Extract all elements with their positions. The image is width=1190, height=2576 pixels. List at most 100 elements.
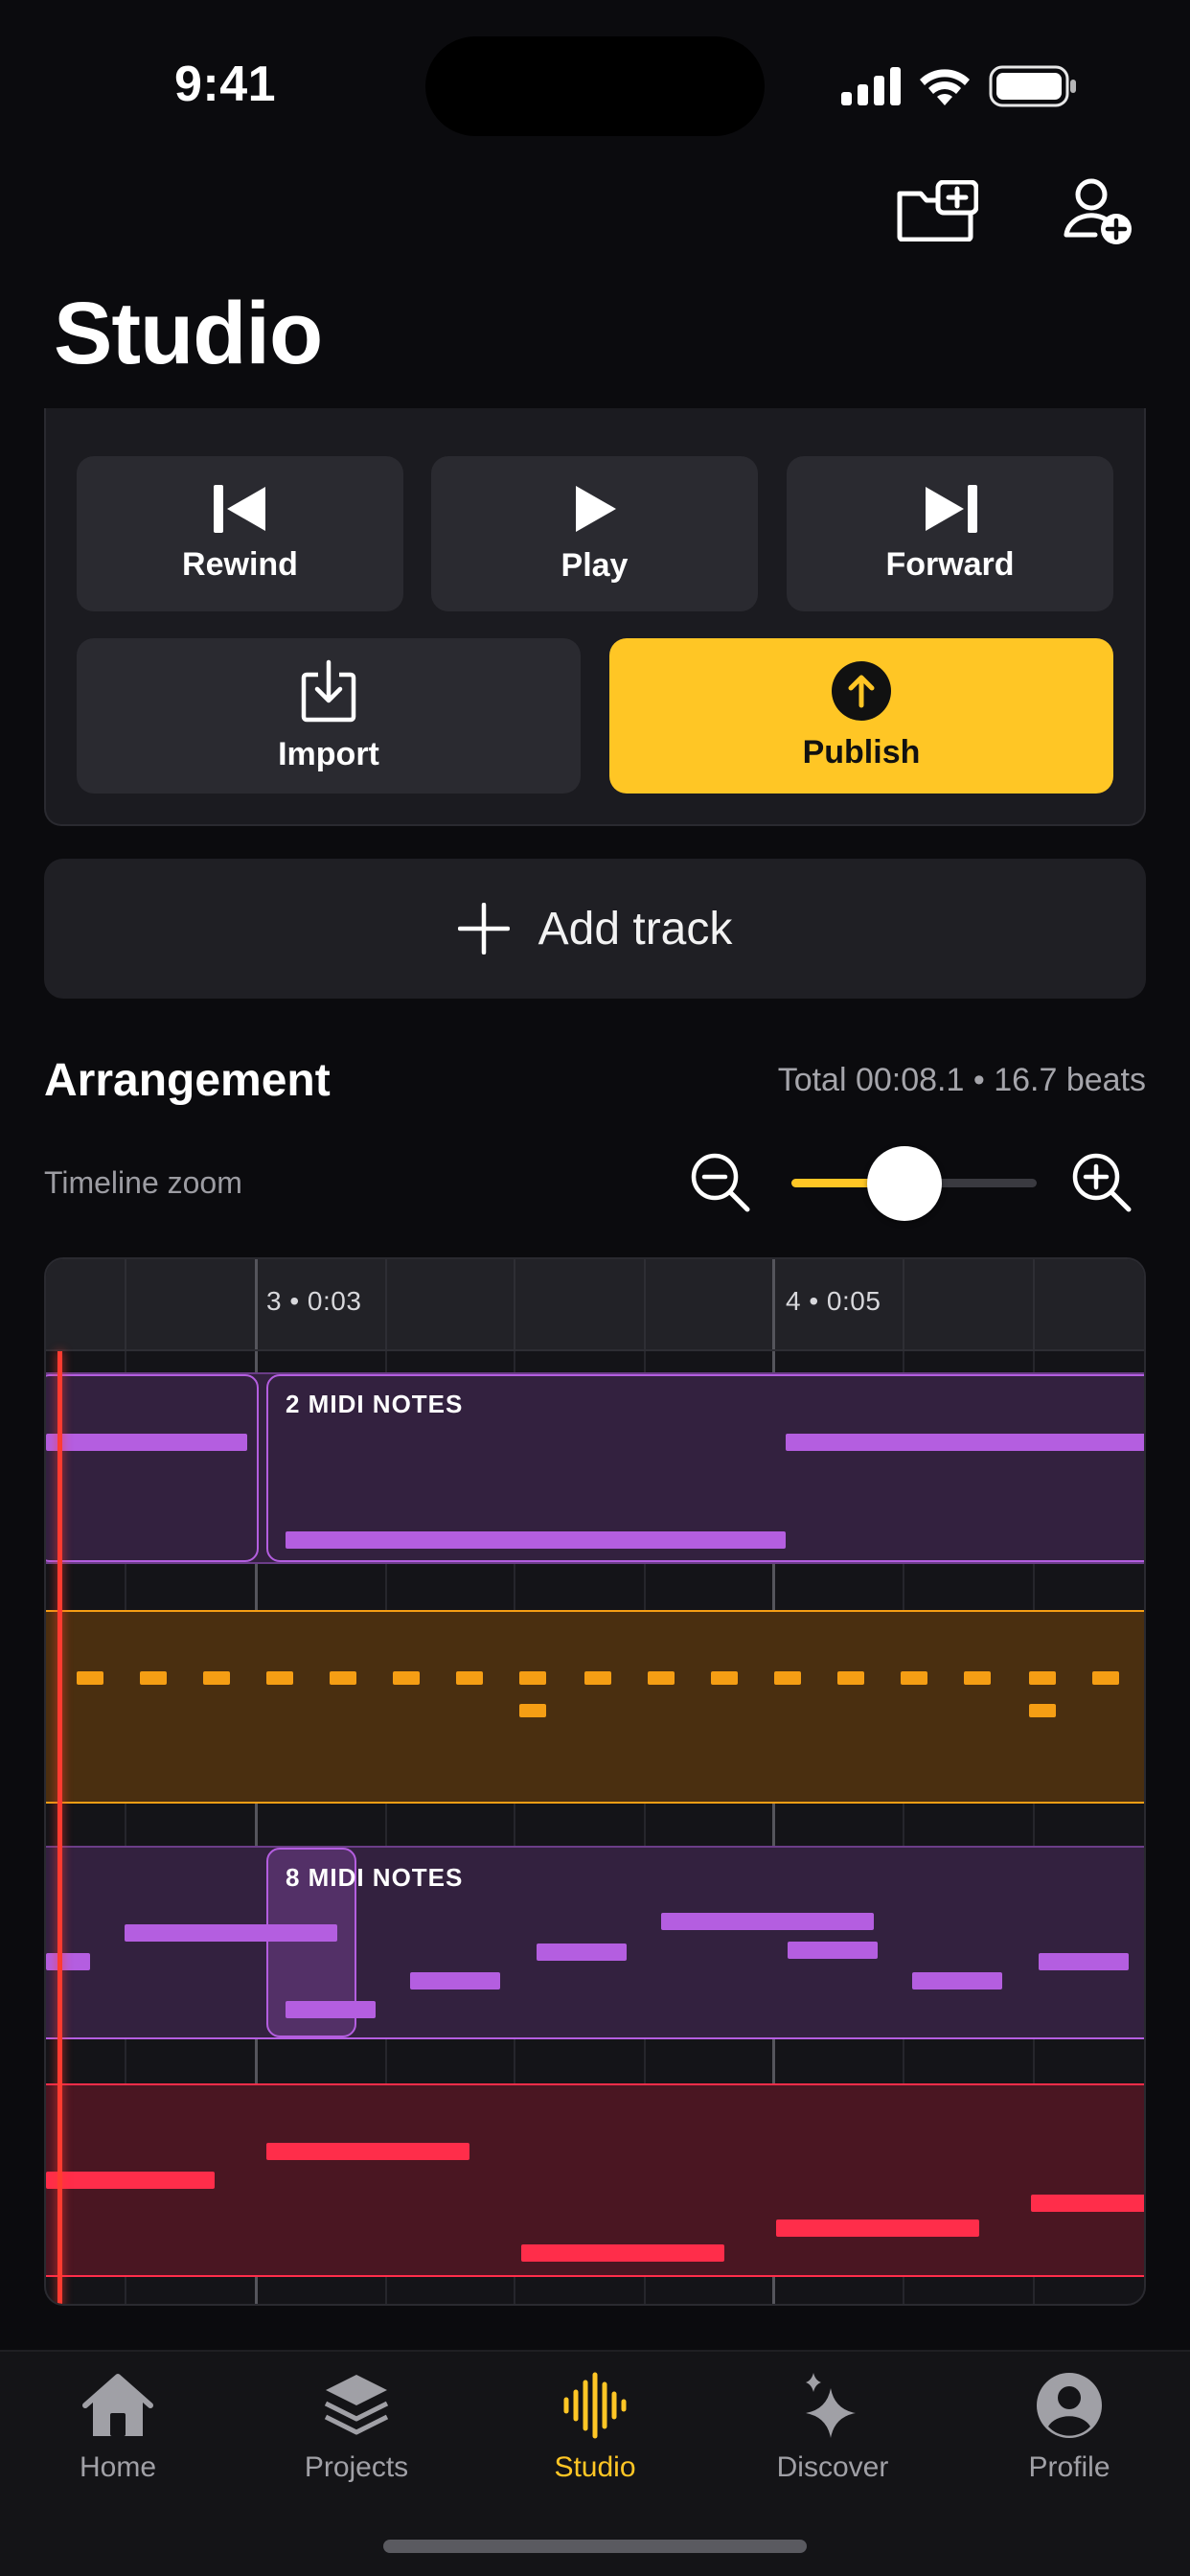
ruler-tick <box>255 1259 258 1349</box>
ruler-tick <box>1033 1259 1035 1349</box>
publish-label: Publish <box>802 733 921 770</box>
drum-hit[interactable] <box>266 1671 293 1685</box>
tab-label: Projects <box>304 2451 409 2483</box>
playhead[interactable] <box>57 1351 62 2304</box>
import-button[interactable]: Import <box>77 638 581 794</box>
track-drums[interactable] <box>46 1610 1144 1804</box>
folder-plus-icon <box>897 180 978 242</box>
battery-icon <box>989 65 1076 107</box>
drum-hit[interactable] <box>140 1671 167 1685</box>
midi-note[interactable] <box>46 1434 247 1451</box>
midi-note[interactable] <box>286 1531 786 1549</box>
play-button[interactable]: Play <box>431 456 758 611</box>
midi-note[interactable] <box>776 2220 979 2237</box>
tab-home[interactable]: Home <box>22 2371 214 2484</box>
timeline-zoom-label: Timeline zoom <box>44 1165 242 1200</box>
person-circle-icon <box>1037 2373 1102 2438</box>
timeline[interactable]: 3 • 0:03 4 • 0:05 2 MIDI NOTES 8 MIDI NO… <box>44 1257 1146 2306</box>
drum-hit[interactable] <box>456 1671 483 1685</box>
tab-discover[interactable]: Discover <box>737 2371 928 2484</box>
zoom-out-button[interactable] <box>688 1150 755 1217</box>
zoom-slider-thumb[interactable] <box>866 1146 942 1221</box>
forward-icon <box>925 484 977 533</box>
dynamic-island <box>425 36 765 136</box>
drum-hit[interactable] <box>1029 1671 1056 1685</box>
tab-label: Studio <box>554 2451 636 2483</box>
midi-note[interactable] <box>286 2001 376 2018</box>
clip-label: 8 MIDI NOTES <box>286 1863 464 1892</box>
midi-note[interactable] <box>410 1972 500 1990</box>
midi-note[interactable] <box>521 2244 724 2262</box>
publish-button[interactable]: Publish <box>609 638 1113 794</box>
drum-hit[interactable] <box>584 1671 611 1685</box>
midi-clip[interactable] <box>46 1374 259 1562</box>
arrow-up-circle-icon <box>832 660 891 721</box>
drum-hit[interactable] <box>1029 1704 1056 1717</box>
ruler-label-bar-3: 3 • 0:03 <box>266 1286 362 1316</box>
drum-hit[interactable] <box>519 1704 546 1717</box>
ruler-tick <box>125 1259 126 1349</box>
status-time: 9:41 <box>174 57 277 112</box>
drum-hit[interactable] <box>1092 1671 1119 1685</box>
arrangement-total: Total 00:08.1 • 16.7 beats <box>777 1062 1146 1098</box>
house-icon <box>82 2374 153 2436</box>
add-track-label: Add track <box>538 903 733 954</box>
cellular-signal-icon <box>841 67 901 105</box>
rewind-button[interactable]: Rewind <box>77 456 403 611</box>
midi-note[interactable] <box>46 1953 90 1970</box>
midi-note[interactable] <box>1031 2195 1144 2212</box>
midi-note[interactable] <box>661 1913 874 1930</box>
drum-hit[interactable] <box>774 1671 801 1685</box>
plus-icon <box>457 903 510 954</box>
import-icon <box>301 659 356 722</box>
play-label: Play <box>561 546 629 584</box>
drum-hit[interactable] <box>203 1671 230 1685</box>
midi-note[interactable] <box>46 2172 215 2189</box>
midi-note[interactable] <box>125 1924 337 1942</box>
drum-hit[interactable] <box>901 1671 927 1685</box>
zoom-in-icon <box>1072 1153 1132 1212</box>
track-midi-2[interactable]: 8 MIDI NOTES <box>46 1846 1144 2039</box>
drum-hit[interactable] <box>330 1671 356 1685</box>
track-midi-1[interactable]: 2 MIDI NOTES <box>46 1372 1144 1564</box>
page-title: Studio <box>54 285 323 382</box>
drum-hit[interactable] <box>393 1671 420 1685</box>
play-icon <box>575 485 616 532</box>
midi-note[interactable] <box>912 1972 1002 1990</box>
tab-profile[interactable]: Profile <box>973 2371 1165 2484</box>
drum-hit[interactable] <box>648 1671 675 1685</box>
forward-button[interactable]: Forward <box>787 456 1113 611</box>
midi-note[interactable] <box>1039 1953 1129 1970</box>
zoom-in-button[interactable] <box>1069 1150 1136 1217</box>
clip-label: 2 MIDI NOTES <box>286 1390 464 1418</box>
track-bass[interactable] <box>46 2083 1144 2277</box>
status-icons <box>841 65 1077 107</box>
tab-studio[interactable]: Studio <box>499 2371 691 2484</box>
add-track-button[interactable]: Add track <box>44 859 1146 999</box>
drum-hit[interactable] <box>837 1671 864 1685</box>
tab-projects[interactable]: Projects <box>261 2371 452 2484</box>
drum-hit[interactable] <box>519 1671 546 1685</box>
ruler-tick <box>385 1259 387 1349</box>
new-folder-button[interactable] <box>891 165 983 257</box>
tab-label: Home <box>79 2451 157 2483</box>
user-plus-icon <box>1064 178 1132 244</box>
midi-note[interactable] <box>266 2143 469 2160</box>
add-user-button[interactable] <box>1052 165 1144 257</box>
zoom-slider[interactable] <box>791 1146 1037 1221</box>
home-indicator <box>383 2540 807 2553</box>
ruler-label-bar-4: 4 • 0:05 <box>786 1286 881 1316</box>
drum-hit[interactable] <box>964 1671 991 1685</box>
layers-icon <box>324 2375 389 2435</box>
ruler-tick <box>772 1259 775 1349</box>
zoom-out-icon <box>691 1153 750 1212</box>
drum-hit[interactable] <box>77 1671 103 1685</box>
timeline-ruler[interactable]: 3 • 0:03 4 • 0:05 <box>46 1259 1144 1351</box>
import-label: Import <box>278 735 379 772</box>
arrangement-title: Arrangement <box>44 1055 331 1106</box>
drum-hit[interactable] <box>711 1671 738 1685</box>
midi-note[interactable] <box>537 1944 627 1961</box>
rewind-label: Rewind <box>182 545 298 583</box>
midi-note[interactable] <box>786 1434 1144 1451</box>
midi-note[interactable] <box>788 1942 878 1959</box>
